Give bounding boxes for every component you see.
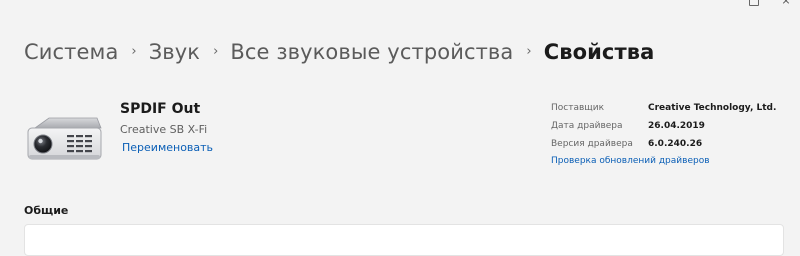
info-label: Дата драйвера [551, 121, 623, 131]
info-value: 26.04.2019 [648, 121, 705, 131]
breadcrumb-item-system[interactable]: Система [24, 40, 118, 64]
breadcrumb: Система › Звук › Все звуковые устройства… [24, 35, 654, 69]
info-value: 6.0.240.26 [648, 139, 703, 149]
info-row-vendor: Поставщик Creative Technology, Ltd. [551, 103, 776, 121]
maximize-button[interactable] [744, 0, 764, 8]
info-label: Версия драйвера [551, 139, 633, 149]
chevron-right-icon: › [526, 43, 532, 59]
breadcrumb-item-properties: Свойства [543, 40, 655, 64]
check-driver-updates-link[interactable]: Проверка обновлений драйверов [551, 156, 710, 166]
breadcrumb-item-sound[interactable]: Звук [149, 40, 200, 64]
chevron-right-icon: › [131, 43, 137, 59]
info-label: Поставщик [551, 103, 605, 113]
speaker-device-icon [25, 113, 103, 163]
window-controls: × [720, 0, 800, 8]
info-row-driver-version: Версия драйвера 6.0.240.26 [551, 139, 776, 157]
info-row-driver-date: Дата драйвера 26.04.2019 [551, 121, 776, 139]
general-settings-card [24, 224, 784, 256]
close-icon: × [781, 0, 791, 7]
maximize-icon [749, 0, 759, 6]
device-subtitle: Creative SB X-Fi [120, 123, 208, 136]
driver-info: Поставщик Creative Technology, Ltd. Дата… [551, 103, 776, 157]
close-button[interactable]: × [776, 0, 796, 8]
rename-link[interactable]: Переименовать [122, 141, 213, 154]
chevron-right-icon: › [213, 43, 219, 59]
device-name: SPDIF Out [120, 101, 201, 117]
breadcrumb-item-all-sound-devices[interactable]: Все звуковые устройства [230, 40, 513, 64]
info-value: Creative Technology, Ltd. [648, 103, 777, 113]
section-title-general: Общие [24, 204, 69, 217]
